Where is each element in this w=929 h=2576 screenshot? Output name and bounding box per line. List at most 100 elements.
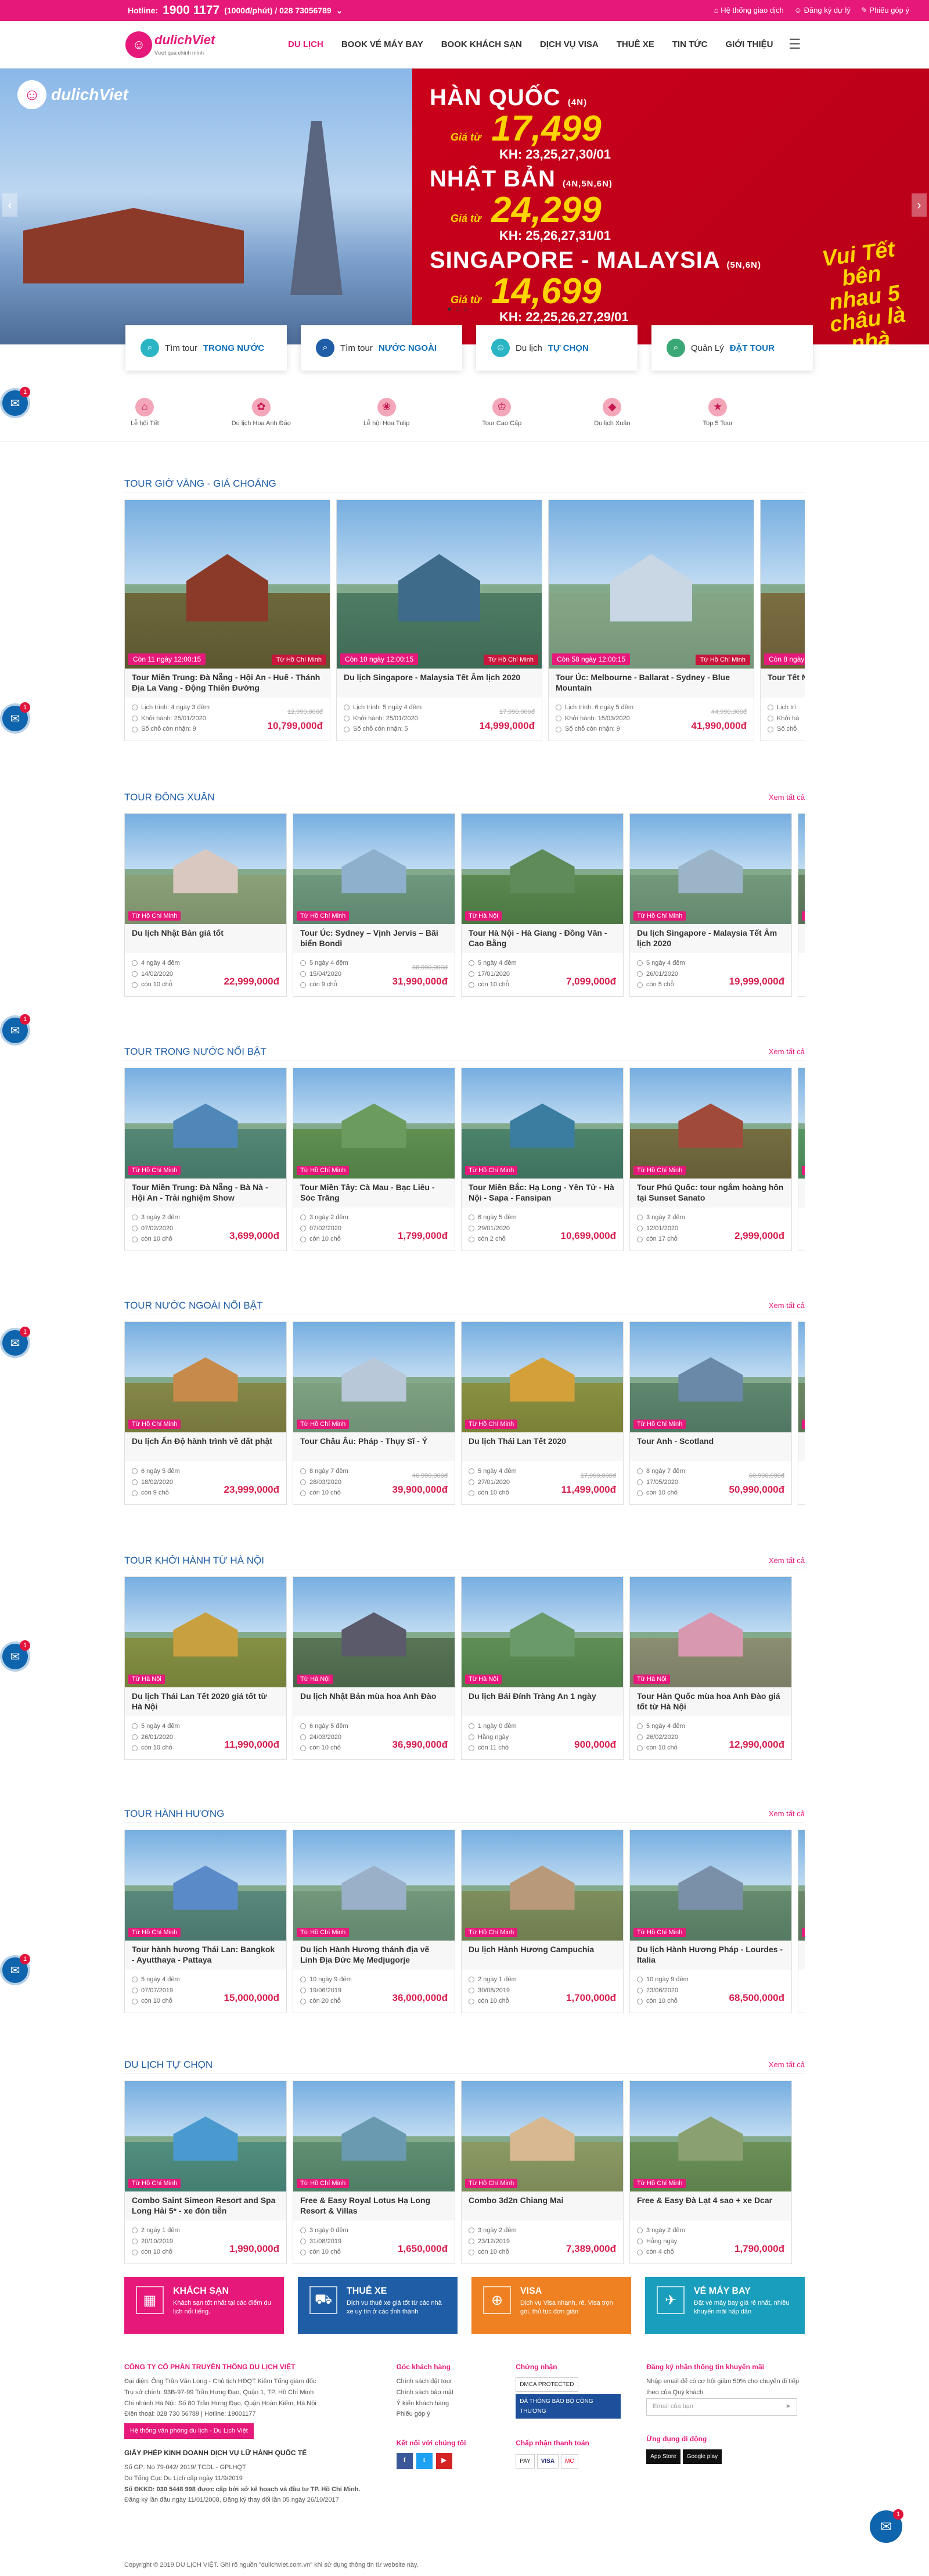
tour-title[interactable]: Tour Tết Ngắm Ho xyxy=(761,669,805,698)
tour-title[interactable]: Du lịch Hành Hương thánh địa vẽ Linh Địa… xyxy=(293,1941,455,1970)
tour-card[interactable]: Từ Hồ Chí Minh Tour Anh - Scotland 8 ngày … xyxy=(629,1321,792,1506)
tour-image[interactable]: Từ Hà Nội xyxy=(462,1577,623,1687)
nav-item-du-lich[interactable]: DU LỊCH xyxy=(288,39,323,49)
tour-title[interactable]: Du lịch Thái Lan Tết 2020 xyxy=(462,1432,623,1461)
tour-image[interactable]: Từ Hồ Chí Minh xyxy=(462,2081,623,2191)
tour-title[interactable]: Tour Hà Nội - Hà Giang - Đồng Văn - Cao … xyxy=(462,924,623,953)
tour-card[interactable]: Từ Hồ Chí Minh Tour Miền Trung: Đà Nẵng -… xyxy=(124,1068,287,1252)
tour-image[interactable]: Còn 10 ngày 12:00:15 Từ Hồ Chí Minh xyxy=(337,500,542,669)
tour-title[interactable]: Tour Lu xyxy=(798,924,805,953)
tour-image[interactable]: Từ Hồ Chí Minh xyxy=(125,1322,286,1432)
tour-title[interactable]: Combo Saint Simeon Resort and Spa Long H… xyxy=(125,2191,286,2221)
tour-card[interactable]: Từ Hồ Chí Minh Tour Úc: Sydney – Vịnh Jer… xyxy=(293,813,455,997)
tour-title[interactable]: Tour Châu Âu: Pháp - Thụy Sĩ - Ý xyxy=(293,1432,455,1461)
category-item[interactable]: ◆ Du lịch Xuân xyxy=(594,397,631,427)
service-hotel[interactable]: ▦ KHÁCH SẠN Khách sạn tốt nhất tại các điể… xyxy=(124,2277,284,2334)
tour-title[interactable]: Du lịch Thái Lan Tết 2020 giá tốt từ Hà … xyxy=(125,1687,286,1716)
tour-title[interactable]: Free & Easy Đà Lạt 4 sao + xe Dcar xyxy=(630,2191,791,2221)
tour-title[interactable]: Combo 3d2n Chiang Mai xyxy=(462,2191,623,2221)
twitter-icon[interactable]: t xyxy=(416,2452,433,2469)
tour-card[interactable]: Từ Du xyxy=(798,1321,805,1506)
care-link[interactable]: Phiếu góp ý xyxy=(397,2409,493,2420)
tour-card[interactable]: Từ Hồ Chí Minh Du lịch Hành Hương Campuch… xyxy=(461,1830,624,2014)
category-item[interactable]: ♔ Tour Cao Cấp xyxy=(482,397,521,427)
tour-title[interactable]: Du xyxy=(798,1432,805,1461)
tour-image[interactable]: Từ Hà Nội xyxy=(462,814,623,924)
tour-title[interactable]: Tour Miền Trung: Đà Nẵng - Hội An - Huế … xyxy=(125,669,330,698)
tour-card[interactable]: Còn 58 ngày 12:00:15 Từ Hồ Chí Minh Tour Ú… xyxy=(548,500,754,742)
slide-dot[interactable]: ○ xyxy=(463,304,468,313)
view-all-link[interactable]: Xem tất cả xyxy=(769,1556,805,1565)
top-link-offices[interactable]: ⌂ Hệ thống giao dịch xyxy=(714,6,784,15)
tour-image[interactable]: Từ Hồ Chí Minh xyxy=(125,1068,286,1179)
messenger-button[interactable]: ✉ 1 xyxy=(2,387,30,416)
nav-item-thue-xe[interactable]: THUÊ XE xyxy=(617,39,654,49)
nav-item-tin-tuc[interactable]: TIN TỨC xyxy=(672,39,708,49)
tour-image[interactable]: Từ Hồ Chí Minh xyxy=(462,1322,623,1432)
tour-title[interactable]: Du lịch Bái Đính Tràng An 1 ngày xyxy=(462,1687,623,1716)
tour-title[interactable]: Du lịch Nhật Bản giá tốt xyxy=(125,924,286,953)
tour-card[interactable]: Từ Hồ Chí Minh Tour Miền Bắc: Hạ Long - Y… xyxy=(461,1068,624,1252)
tour-title[interactable]: Du xyxy=(798,1941,805,1970)
tour-title[interactable]: Du lịch Nhật Bản mùa hoa Anh Đào xyxy=(293,1687,455,1716)
tour-card[interactable]: Từ Hà Nội Tour Hà Nội - Hà Giang - Đồng V… xyxy=(461,813,624,997)
chat-button[interactable]: ✉ 1 xyxy=(870,2509,903,2543)
tour-title[interactable]: Du lịch Singapore - Malaysia Tết Âm lịch… xyxy=(630,924,791,953)
view-all-link[interactable]: Xem tất cả xyxy=(769,1809,805,1818)
tour-image[interactable]: Từ Hồ Chí Minh xyxy=(125,2081,286,2191)
banner-prev-button[interactable]: ‹ xyxy=(2,193,17,217)
tour-image[interactable]: Từ Hồ Chí Minh xyxy=(293,1830,455,1941)
hero-banner[interactable]: ☺ dulichViet HÀN QUỐC (4N) Giá từ 17,499 KH… xyxy=(0,69,929,344)
category-item[interactable]: ❀ Lễ hội Hoa Tulip xyxy=(363,397,409,427)
tour-title[interactable]: Tour Miền Tây: Cà Mau - Bạc Liêu - Sóc T… xyxy=(293,1179,455,1208)
tour-title[interactable]: Du lịch Hành Hương Campuchia xyxy=(462,1941,623,1970)
tour-image[interactable]: Còn 58 ngày 12:00:15 Từ Hồ Chí Minh xyxy=(549,500,754,669)
view-all-link[interactable]: Xem tất cả xyxy=(769,1047,805,1056)
tour-image[interactable]: Từ Hồ Chí Minh xyxy=(630,1068,791,1179)
nav-item-gioi-thieu[interactable]: GIỚI THIỆU xyxy=(726,39,773,49)
tour-card[interactable]: Từ Hồ Chí Minh Du lịch Singapore - Malays… xyxy=(629,813,792,997)
slide-dot[interactable]: ● xyxy=(447,304,452,313)
care-link[interactable]: Chính sách bảo mật xyxy=(397,2387,493,2398)
tour-card[interactable]: Từ Hồ Chí Minh Combo 3d2n Chiang Mai 3 ngà… xyxy=(461,2081,624,2265)
tour-card[interactable]: Từ Hồ Tour xyxy=(798,1068,805,1252)
tour-image[interactable]: Từ Hồ xyxy=(798,1068,805,1179)
tour-card[interactable]: Từ Hồ Chí Minh Combo Saint Simeon Resort … xyxy=(124,2081,287,2265)
tour-image[interactable]: Từ Hồ Chí Minh xyxy=(125,814,286,924)
top-link-feedback[interactable]: ✎ Phiếu góp ý xyxy=(861,6,909,15)
service-visa[interactable]: ⊕ VISA Dịch vụ Visa nhanh, rẻ. Visa trọn g… xyxy=(471,2277,631,2334)
tour-image[interactable]: Từ Hồ Chí Minh xyxy=(630,814,791,924)
send-icon[interactable]: ➤ xyxy=(786,2401,791,2412)
google-play-badge[interactable]: Google play xyxy=(682,2449,722,2464)
tour-title[interactable]: Tour xyxy=(798,1179,805,1208)
site-logo[interactable]: ☺ dulichViet Vượt qua chính mình xyxy=(125,27,224,63)
banner-next-button[interactable]: › xyxy=(912,193,927,217)
tour-image[interactable]: Từ Hồ Chí Minh xyxy=(630,2081,791,2191)
tour-title[interactable]: Du lịch Hành Hương Pháp - Lourdes - Ital… xyxy=(630,1941,791,1970)
tour-title[interactable]: Tour hành hương Thái Lan: Bangkok - Ayut… xyxy=(125,1941,286,1970)
view-all-link[interactable]: Xem tất cả xyxy=(769,1301,805,1310)
tour-image[interactable]: Từ Hồ xyxy=(798,814,805,924)
care-link[interactable]: Chính sách đặt tour xyxy=(397,2376,493,2387)
service-flight[interactable]: ✈ VÉ MÁY BAY Đặt vé máy bay giá rẻ nhất, n… xyxy=(645,2277,805,2334)
tour-image[interactable]: Từ Hà Nội xyxy=(125,1577,286,1687)
tour-card[interactable]: Từ Hồ Chí Minh Free & Easy Đà Lạt 4 sao +… xyxy=(629,2081,792,2265)
tour-title[interactable]: Tour Phú Quốc: tour ngắm hoàng hôn tại S… xyxy=(630,1179,791,1208)
tour-card[interactable]: Từ Hồ Chí Minh Tour hành hương Thái Lan: … xyxy=(124,1830,287,2014)
tour-card[interactable]: Từ Hà Nội Du lịch Thái Lan Tết 2020 giá t… xyxy=(124,1576,287,1761)
tour-image[interactable]: Từ Hồ Chí Minh xyxy=(462,1830,623,1941)
tour-title[interactable]: Tour Hàn Quốc mùa hoa Anh Đào giá tốt từ… xyxy=(630,1687,791,1716)
custom-tour-button[interactable]: ☺ Du lịch TỰ CHỌN xyxy=(476,325,638,371)
tour-title[interactable]: Du lịch Singapore - Malaysia Tết Âm lịch… xyxy=(337,669,542,698)
email-input[interactable]: Email của bạn ➤ xyxy=(646,2398,798,2416)
tour-image[interactable]: Từ Hồ Chí Minh xyxy=(293,1068,455,1179)
tour-image[interactable]: Còn 11 ngày 12:00:15 Từ Hồ Chí Minh xyxy=(125,500,330,669)
tour-card[interactable]: Từ Hồ Chí Minh Tour Miền Tây: Cà Mau - Bạ… xyxy=(293,1068,455,1252)
messenger-button[interactable]: ✉ 1 xyxy=(2,1014,30,1043)
tour-card[interactable]: Còn 11 ngày 12:00:15 Từ Hồ Chí Minh Tour M… xyxy=(124,500,330,742)
tour-image[interactable]: Từ Hồ Chí Minh xyxy=(630,1830,791,1941)
tour-card[interactable]: Từ Hồ Chí Minh Free & Easy Royal Lotus Hạ… xyxy=(293,2081,455,2265)
top-link-register[interactable]: ☺ Đăng ký dự lý xyxy=(794,6,851,15)
messenger-button[interactable]: ✉ 1 xyxy=(2,1954,30,1983)
tour-image[interactable]: Từ Hồ Chí Minh xyxy=(293,814,455,924)
